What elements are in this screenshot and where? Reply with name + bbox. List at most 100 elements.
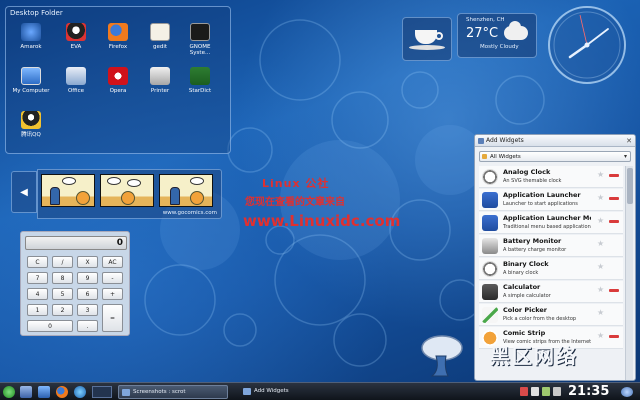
tray-app-icon[interactable]	[520, 387, 528, 396]
widget-item-binary-clock[interactable]: Binary Clock A binary clock ★	[479, 258, 623, 280]
calc-key-clear[interactable]: C	[27, 256, 48, 268]
remove-widget-button[interactable]	[609, 174, 619, 177]
calc-key-all-clear[interactable]: AC	[102, 256, 123, 268]
teacup-widget[interactable]	[402, 17, 452, 61]
calc-key-6[interactable]: 6	[77, 288, 98, 300]
widget-item-name: Color Picker	[503, 306, 548, 314]
desktop-icon-gnome-system-monitor[interactable]: GNOME Syste...	[180, 23, 220, 56]
character-jon	[170, 187, 180, 205]
calc-key-3[interactable]: 3	[77, 304, 98, 316]
star-icon[interactable]: ★	[597, 285, 604, 294]
remove-widget-button[interactable]	[609, 220, 619, 223]
kde-menu-icon[interactable]	[3, 386, 15, 398]
desktop-icon-amarok[interactable]: Amarok	[11, 23, 51, 50]
desktop-icon-gedit[interactable]: gedit	[140, 23, 180, 50]
browser-globe-icon[interactable]	[74, 386, 86, 398]
desktop-icon-label: 腾讯QQ	[21, 132, 41, 138]
widget-item-name: Application Launcher	[503, 191, 581, 199]
star-icon[interactable]: ★	[597, 239, 604, 248]
weather-widget[interactable]: Shenzhen, CH 27°C Mostly Cloudy	[457, 13, 537, 58]
calc-key-1[interactable]: 1	[27, 304, 48, 316]
firefox-icon[interactable]	[56, 386, 68, 398]
add-widgets-titlebar: Add Widgets ✕	[475, 135, 635, 147]
star-icon[interactable]: ★	[597, 262, 604, 271]
virtual-desktop-pager[interactable]	[92, 386, 112, 398]
calc-key-4[interactable]: 4	[27, 288, 48, 300]
task-screenshots[interactable]: Screenshots : scrot	[118, 385, 228, 399]
opera-icon	[108, 67, 128, 85]
comic-prev-button[interactable]: ◀	[11, 171, 37, 213]
cashew-icon[interactable]	[621, 387, 633, 397]
calc-key-8[interactable]: 8	[52, 272, 73, 284]
widget-item-name: Battery Monitor	[503, 237, 562, 245]
widget-item-application-launcher-menu[interactable]: Application Launcher Menu Traditional me…	[479, 212, 623, 234]
star-icon[interactable]: ★	[597, 170, 604, 179]
widgets-icon	[243, 388, 251, 395]
comic-panel	[100, 174, 154, 207]
close-icon[interactable]: ✕	[625, 137, 633, 145]
calc-key-2[interactable]: 2	[52, 304, 73, 316]
desktop-icon-printer[interactable]: Printer	[140, 67, 180, 94]
speech-bubble	[62, 177, 76, 185]
calc-key-equals[interactable]: =	[102, 304, 123, 332]
calc-key-multiply[interactable]: X	[77, 256, 98, 268]
comic-source-url[interactable]: www.gocomics.com	[163, 210, 217, 216]
chevron-left-icon: ◀	[20, 187, 28, 198]
desktop-icon-stardict[interactable]: StarDict	[180, 67, 220, 94]
show-desktop-icon[interactable]	[20, 386, 32, 398]
calc-key-minus[interactable]: -	[102, 272, 123, 284]
task-add-widgets[interactable]: Add Widgets	[240, 385, 350, 399]
teacup-body	[415, 30, 437, 44]
desktop-icon-qq[interactable]: 腾讯QQ	[11, 111, 51, 138]
system-tray	[520, 387, 562, 397]
file-manager-icon[interactable]	[38, 386, 50, 398]
widget-item-color-picker[interactable]: Color Picker Pick a color from the deskt…	[479, 304, 623, 326]
binary-clock-icon	[482, 261, 498, 277]
calc-key-divide[interactable]: /	[52, 256, 73, 268]
remove-widget-button[interactable]	[609, 197, 619, 200]
add-widgets-title: Add Widgets	[486, 137, 524, 144]
scrollbar-thumb[interactable]	[627, 168, 633, 204]
remove-widget-button[interactable]	[609, 289, 619, 292]
clipboard-icon[interactable]	[531, 387, 539, 396]
desktop-icon-label: Printer	[150, 88, 170, 94]
calc-key-plus[interactable]: +	[102, 288, 123, 300]
analog-clock-widget[interactable]	[542, 3, 632, 87]
desktop-icon-label: gedit	[152, 44, 168, 50]
widget-item-application-launcher[interactable]: Application Launcher Launcher to start a…	[479, 189, 623, 211]
widget-item-desc: An SVG themable clock	[503, 178, 562, 184]
my-computer-icon	[21, 67, 41, 85]
category-icon	[482, 154, 487, 159]
task-label: Add Widgets	[254, 388, 289, 394]
volume-icon[interactable]	[553, 387, 561, 396]
widget-item-calculator[interactable]: Calculator A simple calculator ★	[479, 281, 623, 303]
comic-strip-widget: www.gocomics.com	[37, 169, 222, 219]
calc-key-7[interactable]: 7	[27, 272, 48, 284]
calc-key-9[interactable]: 9	[77, 272, 98, 284]
terminal-icon	[122, 389, 130, 396]
calc-key-decimal[interactable]: .	[77, 320, 98, 332]
calc-key-0[interactable]: 0	[27, 320, 73, 332]
speech-bubble	[127, 179, 141, 187]
calculator-display: 0	[25, 236, 127, 250]
calc-key-5[interactable]: 5	[52, 288, 73, 300]
desktop-icon-label: Amarok	[20, 44, 42, 50]
network-icon[interactable]	[542, 387, 550, 396]
taskbar-clock[interactable]: 21:35	[568, 384, 609, 399]
desktop-icon-opera[interactable]: Opera	[98, 67, 138, 94]
desktop-icon-office[interactable]: Office	[56, 67, 96, 94]
character-garfield	[76, 191, 90, 205]
star-icon[interactable]: ★	[597, 216, 604, 225]
widget-item-battery-monitor[interactable]: Battery Monitor A battery charge monitor…	[479, 235, 623, 257]
gedit-icon	[150, 23, 170, 41]
speech-bubble	[107, 177, 121, 185]
battery-icon	[482, 238, 498, 254]
widget-item-analog-clock[interactable]: Analog Clock An SVG themable clock ★	[479, 166, 623, 188]
widget-category-select[interactable]: All Widgets ▾	[479, 151, 631, 162]
qq-icon	[21, 111, 41, 129]
desktop-icon-firefox[interactable]: Firefox	[98, 23, 138, 50]
star-icon[interactable]: ★	[597, 308, 604, 317]
star-icon[interactable]: ★	[597, 193, 604, 202]
desktop-icon-eva[interactable]: EVA	[56, 23, 96, 50]
desktop-icon-my-computer[interactable]: My Computer	[11, 67, 51, 94]
